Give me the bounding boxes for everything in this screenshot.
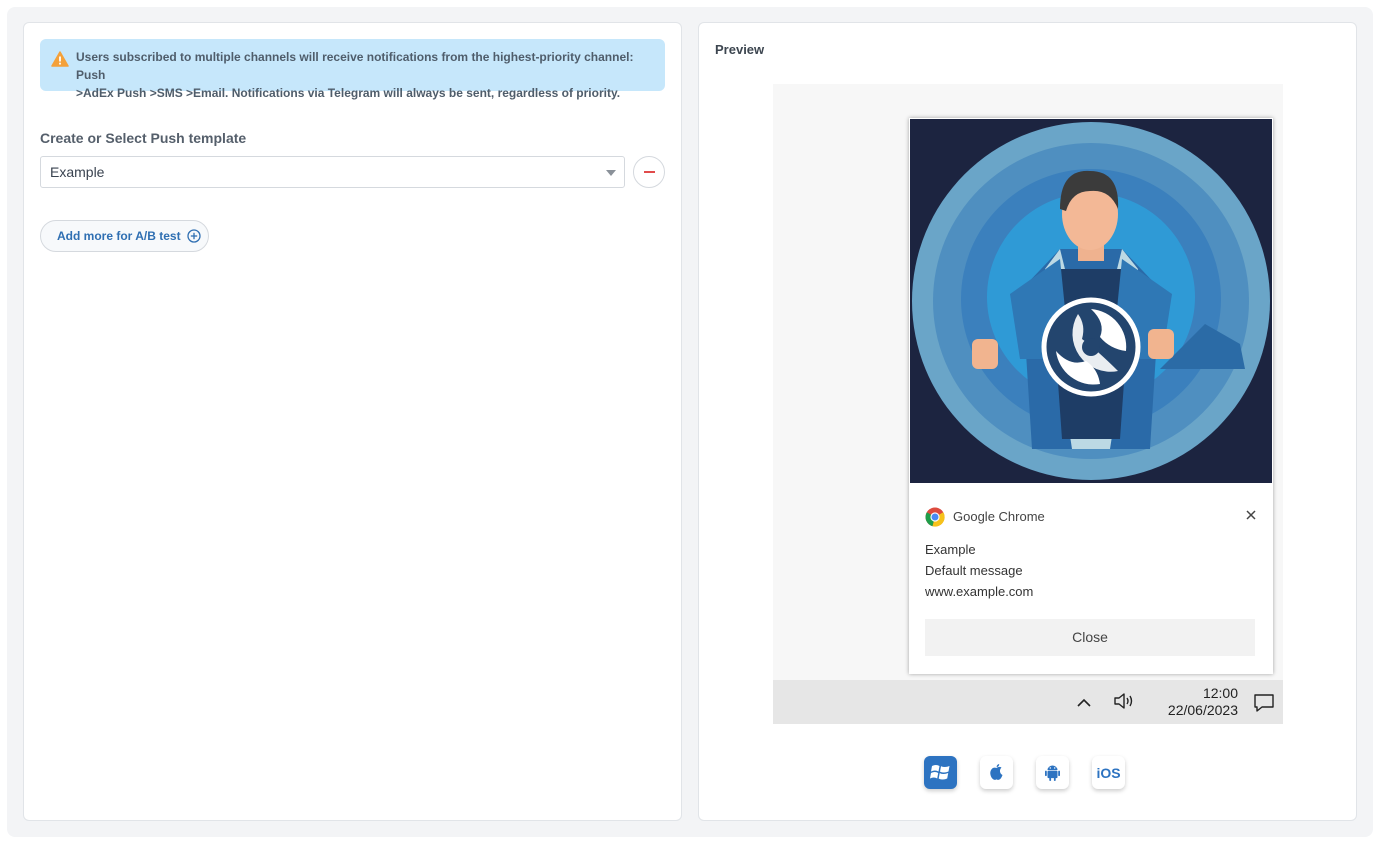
chrome-icon	[925, 507, 945, 527]
notification-url: www.example.com	[925, 584, 1034, 599]
notification-title: Example	[925, 542, 976, 557]
template-select-value: Example	[50, 164, 105, 180]
caret-down-icon	[606, 170, 616, 176]
platform-ios-button[interactable]: iOS	[1092, 756, 1125, 789]
priority-alert: Users subscribed to multiple channels wi…	[40, 39, 665, 100]
notification-center-icon[interactable]	[1253, 693, 1275, 713]
minus-icon	[644, 171, 655, 173]
taskbar-clock[interactable]: 12:00 22/06/2023	[1168, 685, 1238, 719]
plus-circle-icon	[187, 229, 201, 243]
desktop-preview: Google Chrome Example Default message ww…	[773, 84, 1283, 724]
template-label: Create or Select Push template	[40, 130, 247, 146]
android-icon	[1045, 765, 1060, 781]
remove-template-button[interactable]	[633, 156, 665, 188]
notification-image	[910, 119, 1272, 483]
taskbar: 12:00 22/06/2023	[773, 680, 1283, 724]
template-panel: Users subscribed to multiple channels wi…	[23, 22, 682, 821]
windows-icon	[930, 765, 950, 780]
notification-close-button[interactable]: Close	[925, 619, 1255, 656]
taskbar-time: 12:00	[1202, 685, 1238, 701]
alert-text-line2: >AdEx Push >SMS >Email. Notifications vi…	[76, 86, 621, 100]
warning-icon	[51, 51, 69, 67]
notification-message: Default message	[925, 563, 1023, 578]
preview-panel: Preview Google Chrome Example Default me…	[698, 22, 1357, 821]
chevron-up-icon[interactable]	[1076, 697, 1092, 707]
platform-apple-button[interactable]	[980, 756, 1013, 789]
platform-windows-button[interactable]	[924, 756, 957, 789]
push-notification: Google Chrome Example Default message ww…	[909, 118, 1273, 674]
template-select[interactable]: Example	[40, 156, 625, 188]
apple-icon	[990, 764, 1003, 780]
close-icon[interactable]	[1244, 508, 1258, 522]
ios-label: iOS	[1096, 765, 1121, 781]
page-container: Users subscribed to multiple channels wi…	[7, 7, 1373, 837]
taskbar-date: 22/06/2023	[1167, 702, 1238, 718]
alert-text-line1: Users subscribed to multiple channels wi…	[76, 50, 634, 82]
notification-app-name: Google Chrome	[953, 509, 1045, 524]
add-ab-test-button[interactable]: Add more for A/B test	[40, 220, 209, 252]
volume-icon[interactable]	[1112, 691, 1136, 711]
preview-title: Preview	[715, 42, 765, 57]
platform-android-button[interactable]	[1036, 756, 1069, 789]
add-ab-test-label: Add more for A/B test	[57, 229, 181, 243]
